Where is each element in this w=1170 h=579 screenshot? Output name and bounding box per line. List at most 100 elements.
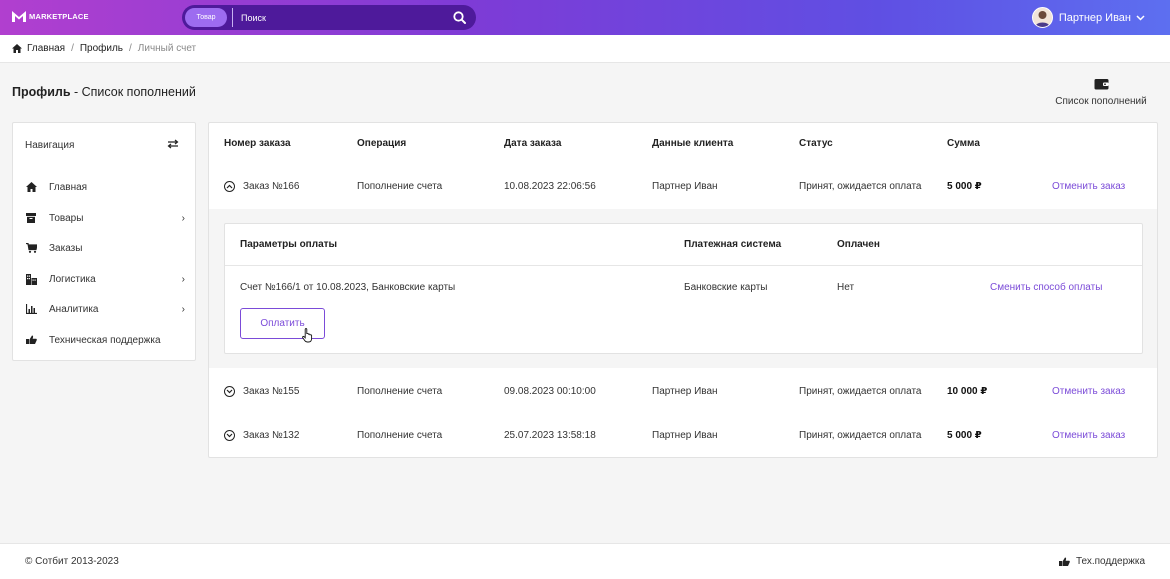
footer-support-label: Тех.поддержка: [1075, 556, 1145, 567]
logistics-icon: [25, 273, 37, 285]
payment-params: Счет №166/1 от 10.08.2023, Банковские ка…: [240, 282, 456, 293]
breadcrumb-home[interactable]: Главная: [27, 43, 65, 54]
expand-row-button[interactable]: [224, 386, 235, 397]
search-divider: [232, 8, 233, 27]
chevron-right-icon: ›: [181, 212, 185, 224]
chevron-down-icon: [226, 389, 233, 394]
home-icon: [12, 44, 22, 53]
order-details-panel: Параметры оплаты Платежная система Оплач…: [209, 209, 1157, 368]
sidebar-item-label: Логистика: [49, 273, 96, 285]
swap-arrows-icon: [167, 139, 179, 149]
copyright: © Сотбит 2013-2023: [25, 556, 119, 567]
sidebar-item-label: Аналитика: [49, 303, 99, 315]
search-input[interactable]: [241, 7, 447, 28]
order-status: Принят, ожидается оплата: [799, 386, 922, 397]
page-title-bold: Профиль: [12, 85, 71, 99]
order-status: Принят, ожидается оплата: [799, 430, 922, 441]
divider: [225, 265, 1142, 266]
column-header: Статус: [799, 138, 833, 149]
order-number[interactable]: Заказ №132: [243, 430, 299, 441]
chevron-up-icon: [226, 184, 233, 189]
payment-system: Банковские карты: [684, 282, 768, 293]
sidebar-item-label: Заказы: [49, 242, 83, 254]
order-operation: Пополнение счета: [357, 430, 443, 441]
support-icon: [25, 334, 37, 346]
expand-row-button[interactable]: [224, 430, 235, 441]
search-button[interactable]: [447, 6, 471, 30]
sidebar-item-label: Техническая поддержка: [49, 334, 161, 346]
column-header: Дата заказа: [504, 138, 562, 149]
order-operation: Пополнение счета: [357, 386, 443, 397]
breadcrumb: Главная / Профиль / Личный счет: [0, 35, 1170, 63]
breadcrumb-separator: /: [71, 43, 74, 54]
chevron-right-icon: ›: [181, 303, 185, 315]
sidebar-item-home[interactable]: Главная: [25, 177, 185, 197]
column-header: Операция: [357, 138, 407, 149]
chevron-down-icon: [226, 433, 233, 438]
chevron-down-icon: [1136, 14, 1145, 21]
sidebar-item-logistics[interactable]: Логистика ›: [25, 269, 185, 289]
order-number[interactable]: Заказ №155: [243, 386, 299, 397]
sidebar-title: Навигация: [25, 140, 75, 151]
column-header: Параметры оплаты: [240, 239, 338, 250]
order-date: 25.07.2023 13:58:18: [504, 430, 596, 441]
breadcrumb-separator: /: [129, 43, 132, 54]
change-payment-method-link[interactable]: Сменить способ оплаты: [990, 282, 1102, 293]
order-number[interactable]: Заказ №166: [243, 181, 299, 192]
topup-list-link[interactable]: Список пополнений: [1053, 78, 1149, 107]
order-client: Партнер Иван: [652, 386, 718, 397]
cancel-order-link[interactable]: Отменить заказ: [1052, 430, 1125, 441]
home-icon: [25, 181, 37, 193]
cancel-order-link[interactable]: Отменить заказ: [1052, 386, 1125, 397]
logo-text: MARKETPLACE: [29, 12, 89, 21]
column-header: Оплачен: [837, 239, 880, 250]
page-title-rest: - Список пополнений: [70, 85, 196, 99]
sidebar-item-label: Главная: [49, 181, 88, 193]
user-name: Партнер Иван: [1058, 11, 1131, 24]
sidebar-item-analytics[interactable]: Аналитика ›: [25, 299, 185, 319]
footer: © Сотбит 2013-2023 Тех.поддержка: [0, 543, 1170, 579]
sidebar-item-label: Товары: [49, 212, 84, 224]
logo-icon: [12, 11, 26, 22]
analytics-icon: [25, 303, 37, 315]
collapse-row-button[interactable]: [224, 181, 235, 192]
payment-table: Параметры оплаты Платежная система Оплач…: [224, 223, 1143, 354]
box-icon: [25, 212, 37, 224]
hand-cursor-icon: [302, 328, 313, 343]
search-icon: [452, 11, 466, 24]
cancel-order-link[interactable]: Отменить заказ: [1052, 181, 1125, 192]
breadcrumb-current: Личный счет: [137, 43, 197, 54]
order-sum: 10 000 ₽: [947, 386, 988, 397]
payment-paid: Нет: [837, 282, 855, 293]
breadcrumb-profile[interactable]: Профиль: [80, 43, 123, 54]
sidebar-item-orders[interactable]: Заказы: [25, 238, 185, 258]
column-header: Сумма: [947, 138, 980, 149]
top-header: MARKETPLACE Товар Партнер Иван: [0, 0, 1170, 35]
order-client: Партнер Иван: [652, 430, 718, 441]
logo[interactable]: MARKETPLACE: [12, 11, 89, 22]
order-operation: Пополнение счета: [357, 181, 443, 192]
sidebar-item-support[interactable]: Техническая поддержка: [25, 330, 185, 350]
column-header: Платежная система: [684, 239, 782, 250]
footer-support-link[interactable]: Тех.поддержка: [1058, 556, 1145, 567]
order-sum: 5 000 ₽: [947, 430, 982, 441]
column-header: Данные клиента: [652, 138, 734, 149]
page-title: Профиль - Список пополнений: [12, 85, 196, 99]
column-header: Номер заказа: [224, 138, 291, 149]
orders-table: Номер заказа Операция Дата заказа Данные…: [208, 122, 1158, 458]
user-menu[interactable]: Партнер Иван: [1031, 7, 1145, 28]
sidebar-item-products[interactable]: Товары ›: [25, 208, 185, 228]
wallet-icon: [1094, 79, 1108, 90]
order-client: Партнер Иван: [652, 181, 718, 192]
avatar: [1031, 7, 1053, 28]
chevron-right-icon: ›: [181, 273, 185, 285]
sidebar-toggle-button[interactable]: [167, 139, 179, 152]
search-bar: Товар: [182, 5, 476, 30]
search-category-select[interactable]: Товар: [185, 8, 227, 27]
order-date: 09.08.2023 00:10:00: [504, 386, 596, 397]
sidebar: Навигация Главная Товары › Заказы Логист…: [12, 122, 196, 361]
cart-icon: [25, 242, 37, 254]
order-date: 10.08.2023 22:06:56: [504, 181, 596, 192]
support-icon: [1058, 557, 1070, 566]
order-sum: 5 000 ₽: [947, 181, 982, 192]
